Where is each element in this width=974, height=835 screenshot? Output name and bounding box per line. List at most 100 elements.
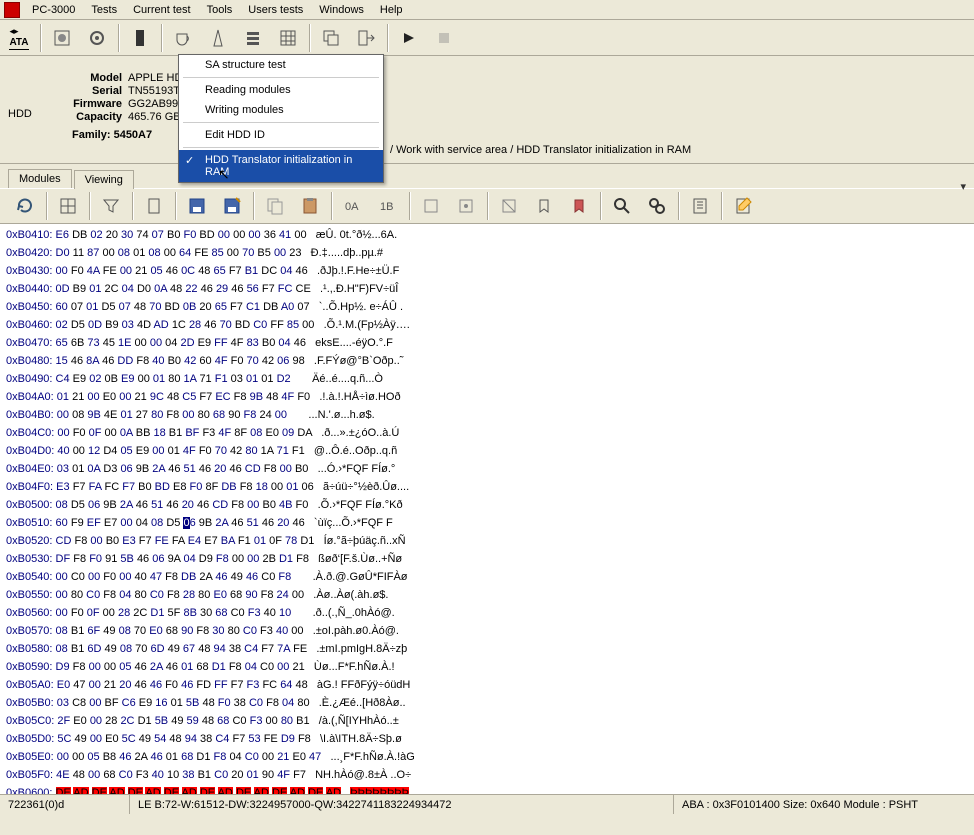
tab-viewing[interactable]: Viewing (74, 170, 134, 189)
tabs: Modules Viewing (0, 166, 974, 188)
hex-row[interactable]: 0xB0470: 65 6B 73 45 1E 00 00 04 2D E9 F… (6, 334, 968, 352)
stack-icon[interactable] (236, 22, 270, 54)
hex-view[interactable]: 0xB0410: E6 DB 02 20 30 74 07 B0 F0 BD 0… (0, 224, 974, 794)
status-left: 722361(0)d (0, 795, 130, 814)
tower-icon[interactable] (201, 22, 235, 54)
hex-row[interactable]: 0xB0440: 0D B9 01 2C 04 D0 0A 48 22 46 2… (6, 280, 968, 298)
hex-row[interactable]: 0xB0480: 15 46 8A 46 DD F8 40 B0 42 60 4… (6, 352, 968, 370)
status-mid: LE B:72-W:61512-DW:3224957000-QW:3422741… (130, 795, 674, 814)
hex-row[interactable]: 0xB0410: E6 DB 02 20 30 74 07 B0 F0 BD 0… (6, 226, 968, 244)
hex-row[interactable]: 0xB0460: 02 D5 0D B9 03 4D AD 1C 28 46 7… (6, 316, 968, 334)
dropdown-reading-modules[interactable]: Reading modules (179, 80, 383, 100)
tests-dropdown: SA structure test Reading modules Writin… (178, 54, 384, 183)
dropdown-edit-hdd-id[interactable]: Edit HDD ID (179, 125, 383, 145)
filter-icon[interactable] (94, 190, 128, 222)
save-icon[interactable] (180, 190, 214, 222)
hex-row[interactable]: 0xB05F0: 4E 48 00 68 C0 F3 40 10 38 B1 C… (6, 766, 968, 784)
windows-icon[interactable] (314, 22, 348, 54)
menu-tools[interactable]: Tools (199, 2, 241, 18)
hex-row[interactable]: 0xB0500: 08 D5 06 9B 2A 46 51 46 20 46 C… (6, 496, 968, 514)
chip-icon[interactable] (45, 22, 79, 54)
hex-toolbar: 0A 1B (0, 188, 974, 224)
hex-row[interactable]: 0xB05D0: 5C 49 00 E0 5C 49 54 48 94 38 C… (6, 730, 968, 748)
hex-row[interactable]: 0xB0560: 00 F0 0F 00 28 2C D1 5F 8B 30 6… (6, 604, 968, 622)
panel-dropdown-icon[interactable]: ▾ (960, 180, 966, 193)
gear-icon[interactable] (80, 22, 114, 54)
menu-help[interactable]: Help (372, 2, 411, 18)
menu-windows[interactable]: Windows (311, 2, 372, 18)
mark2-icon[interactable] (527, 190, 561, 222)
cup-icon[interactable] (166, 22, 200, 54)
hex-row[interactable]: 0xB04F0: E3 F7 FA FC F7 B0 BD E8 F0 8F D… (6, 478, 968, 496)
app-icon (4, 2, 20, 18)
main-toolbar: ◂▸ATA (0, 20, 974, 56)
hex-row[interactable]: 0xB0530: DF F8 F0 91 5B 46 06 9A 04 D9 F… (6, 550, 968, 568)
dropdown-writing-modules[interactable]: Writing modules (179, 100, 383, 120)
hex-row[interactable]: 0xB0490: C4 E9 02 0B E9 00 01 80 1A 71 F… (6, 370, 968, 388)
hex-row[interactable]: 0xB05C0: 2F E0 00 28 2C D1 5B 49 59 48 6… (6, 712, 968, 730)
label-serial: Serial (8, 85, 128, 97)
saveas-icon[interactable] (215, 190, 249, 222)
play-icon[interactable] (392, 22, 426, 54)
hex-row[interactable]: 0xB0590: D9 F8 00 00 05 46 2A 46 01 68 D… (6, 658, 968, 676)
hex-row[interactable]: 0xB04E0: 03 01 0A D3 06 9B 2A 46 51 46 2… (6, 460, 968, 478)
copy-icon[interactable] (258, 190, 292, 222)
dropdown-translator-init[interactable]: ✓ HDD Translator initialization in RAM (179, 150, 383, 182)
hex-row[interactable]: 0xB05A0: E0 47 00 21 20 46 46 F0 46 FD F… (6, 676, 968, 694)
breadcrumb: / Work with service area / HDD Translato… (390, 144, 691, 156)
hex-row[interactable]: 0xB0570: 08 B1 6F 49 08 70 E0 68 90 F8 3… (6, 622, 968, 640)
mark3-icon[interactable] (562, 190, 596, 222)
ata-button[interactable]: ◂▸ATA (2, 22, 36, 54)
menu-app[interactable]: PC-3000 (24, 2, 83, 18)
find-icon[interactable] (605, 190, 639, 222)
hex-row[interactable]: 0xB04C0: 00 F0 0F 00 0A BB 18 B1 BF F3 4… (6, 424, 968, 442)
hex-row[interactable]: 0xB05B0: 03 C8 00 BF C6 E9 16 01 5B 48 F… (6, 694, 968, 712)
grid-small-icon[interactable] (51, 190, 85, 222)
hex-row[interactable]: 0xB0580: 08 B1 6D 49 08 70 6D 49 67 48 9… (6, 640, 968, 658)
hex-row[interactable]: 0xB04B0: 00 08 9B 4E 01 27 80 F8 00 80 6… (6, 406, 968, 424)
check-icon: ✓ (185, 154, 194, 167)
nav2-icon[interactable] (449, 190, 483, 222)
hex1-icon[interactable]: 0A (336, 190, 370, 222)
label-family: Family: (72, 129, 111, 141)
hex-row[interactable]: 0xB0550: 00 80 C0 F8 04 80 C0 F8 28 80 E… (6, 586, 968, 604)
hex-row[interactable]: 0xB0420: D0 11 87 00 08 01 08 00 64 FE 8… (6, 244, 968, 262)
status-right: ABA : 0x3F0101400 Size: 0x640 Module : P… (674, 795, 974, 814)
tab-modules[interactable]: Modules (8, 169, 72, 188)
findnext-icon[interactable] (640, 190, 674, 222)
hex-row[interactable]: 0xB0520: CD F8 00 B0 E3 F7 FE FA E4 E7 B… (6, 532, 968, 550)
statusbar: 722361(0)d LE B:72-W:61512-DW:3224957000… (0, 794, 974, 814)
hex-row[interactable]: 0xB0430: 00 F0 4A FE 00 21 05 46 0C 48 6… (6, 262, 968, 280)
menu-users-tests[interactable]: Users tests (240, 2, 311, 18)
menu-current-test[interactable]: Current test (125, 2, 198, 18)
refresh-icon[interactable] (8, 190, 42, 222)
hex-row[interactable]: 0xB04D0: 40 00 12 D4 05 E9 00 01 4F F0 7… (6, 442, 968, 460)
scroll-icon[interactable] (683, 190, 717, 222)
menu-tests[interactable]: Tests (83, 2, 125, 18)
hex-row[interactable]: 0xB04A0: 01 21 00 E0 00 21 9C 48 C5 F7 E… (6, 388, 968, 406)
dropdown-translator-label: HDD Translator initialization in RAM (205, 154, 352, 178)
dropdown-sa-structure[interactable]: SA structure test (179, 55, 383, 75)
hex2-icon[interactable]: 1B (371, 190, 405, 222)
svg-text:1B: 1B (380, 201, 393, 213)
hex-row[interactable]: 0xB0540: 00 C0 00 F0 00 40 47 F8 DB 2A 4… (6, 568, 968, 586)
hex-row[interactable]: 0xB0450: 60 07 01 D5 07 48 70 BD 0B 20 6… (6, 298, 968, 316)
doc-icon[interactable] (137, 190, 171, 222)
paste1-icon[interactable] (293, 190, 327, 222)
menubar: PC-3000 Tests Current test Tools Users t… (0, 0, 974, 20)
hdd-panel: HDD Model APPLE HDD HT55 Serial TN55193T… (0, 56, 974, 164)
label-model: Model (8, 72, 128, 84)
stop-icon[interactable] (427, 22, 461, 54)
nav1-icon[interactable] (414, 190, 448, 222)
hdd-section-label: HDD (8, 108, 32, 120)
memory-icon[interactable] (123, 22, 157, 54)
svg-text:0A: 0A (345, 201, 359, 213)
hex-row[interactable]: 0xB05E0: 00 00 05 B8 46 2A 46 01 68 D1 F… (6, 748, 968, 766)
hex-row[interactable]: 0xB0600: DE AD DE AD DE AD DE AD DE AD D… (6, 784, 968, 794)
edit-icon[interactable] (726, 190, 760, 222)
mark1-icon[interactable] (492, 190, 526, 222)
grid-icon[interactable] (271, 22, 305, 54)
hex-row[interactable]: 0xB0510: 60 F9 EF E7 00 04 08 D5 06 9B 2… (6, 514, 968, 532)
value-family: 5450A7 (114, 129, 153, 141)
exit-icon[interactable] (349, 22, 383, 54)
